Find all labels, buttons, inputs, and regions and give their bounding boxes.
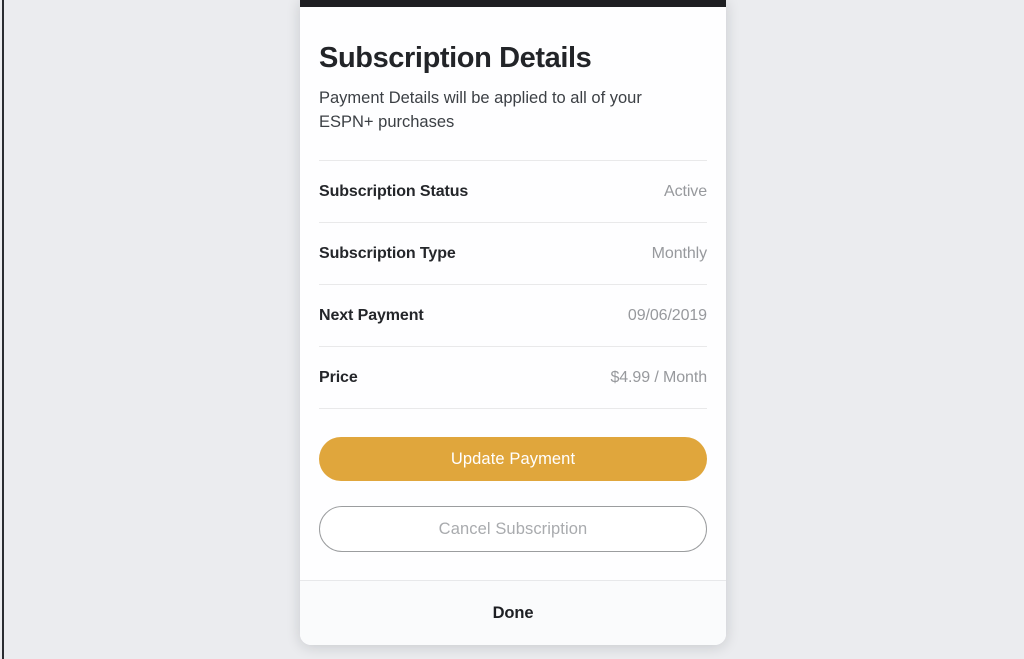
page-title: Subscription Details [319, 42, 592, 74]
table-row: Price $4.99 / Month [319, 347, 707, 409]
cancel-subscription-button[interactable]: Cancel Subscription [319, 506, 707, 552]
subscription-details-sheet: Subscription Details Payment Details wil… [300, 0, 726, 645]
update-payment-button[interactable]: Update Payment [319, 437, 707, 481]
sheet-footer: Done [300, 580, 726, 645]
sheet-accent-bar [300, 0, 726, 7]
table-row: Next Payment 09/06/2019 [319, 285, 707, 347]
sheet-body: Subscription Details Payment Details wil… [300, 7, 726, 580]
table-row: Subscription Status Active [319, 161, 707, 223]
subscription-details-list: Subscription Status Active Subscription … [319, 160, 707, 409]
page-subtitle: Payment Details will be applied to all o… [319, 89, 642, 131]
detail-value-price: $4.99 / Month [610, 368, 707, 386]
detail-label-subscription-type: Subscription Type [319, 244, 456, 262]
done-button[interactable]: Done [493, 604, 534, 623]
status-badge: Active [664, 182, 707, 200]
action-buttons: Update Payment Cancel Subscription [319, 409, 707, 552]
left-edge-strip [2, 0, 4, 659]
detail-value-next-payment: 09/06/2019 [627, 306, 707, 324]
detail-label-subscription-status: Subscription Status [319, 182, 469, 200]
detail-label-next-payment: Next Payment [319, 306, 424, 324]
detail-value-subscription-type: Monthly [651, 244, 707, 262]
detail-label-price: Price [319, 368, 358, 386]
table-row: Subscription Type Monthly [319, 223, 707, 285]
